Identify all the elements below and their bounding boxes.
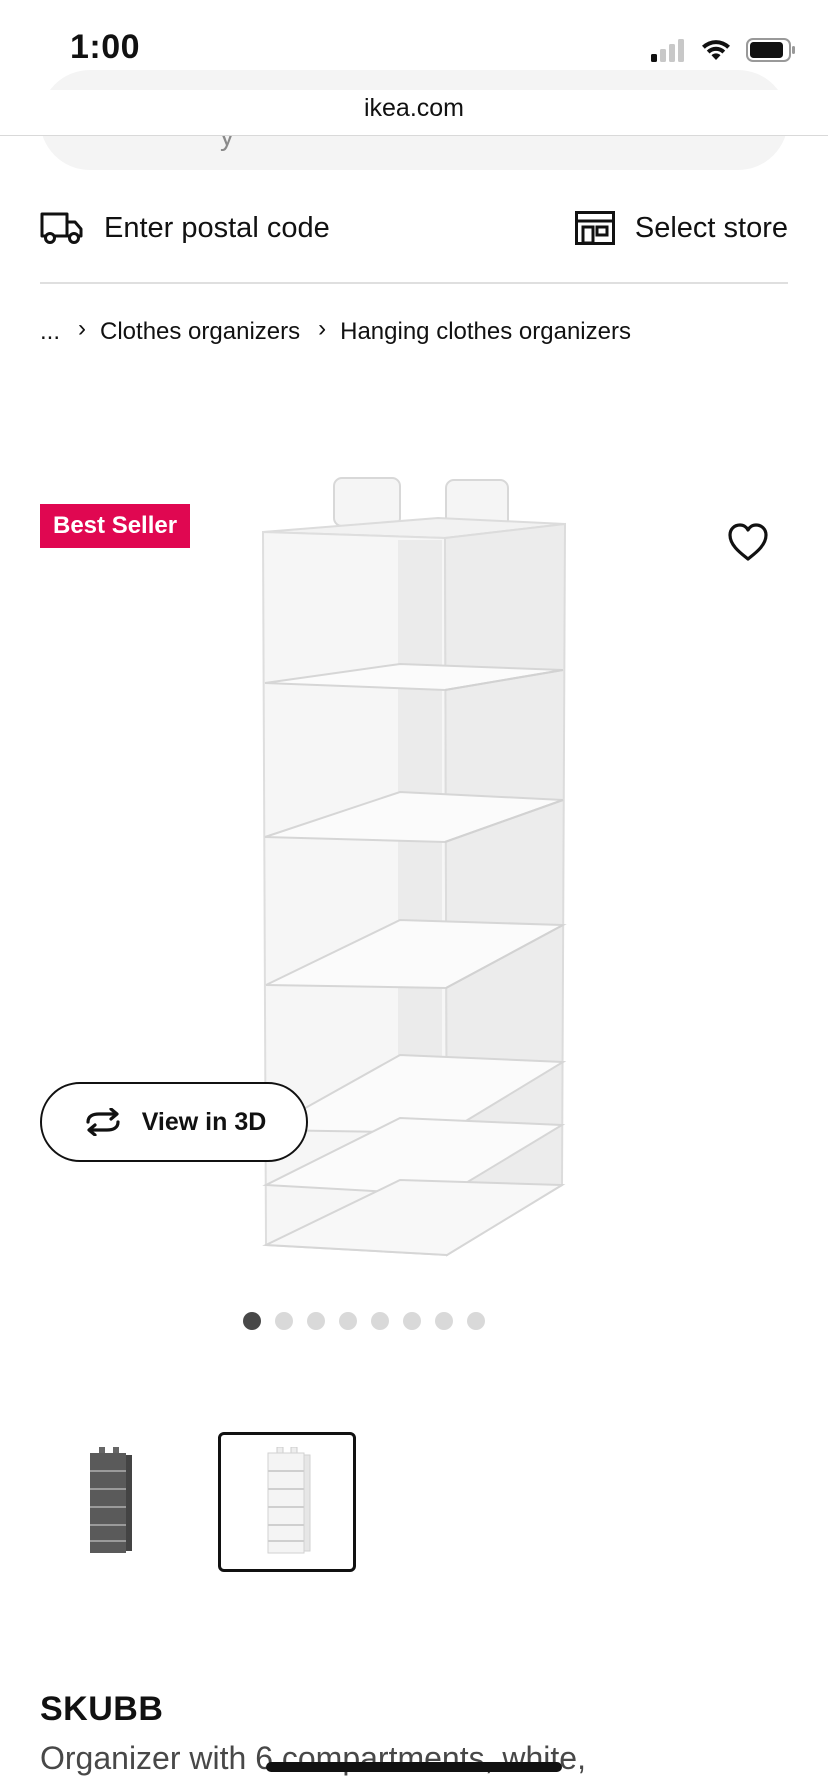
cellular-signal-icon [651, 39, 684, 62]
home-indicator[interactable] [266, 1762, 562, 1772]
carousel-dot-5[interactable] [371, 1312, 389, 1330]
status-icons [650, 36, 796, 64]
product-image[interactable] [0, 460, 828, 1320]
url-text[interactable]: ikea.com [0, 94, 828, 123]
white-organizer-image [267, 1447, 311, 1554]
carousel-dot-3[interactable] [307, 1312, 325, 1330]
thumbnail-gray-variant[interactable] [40, 1432, 178, 1572]
enter-postal-code-button[interactable]: Enter postal code [40, 198, 330, 258]
status-time: 1:00 [70, 28, 141, 66]
best-seller-badge: Best Seller [40, 504, 191, 548]
rotate-3d-icon [86, 1108, 120, 1136]
divider [40, 282, 788, 284]
carousel-dot-7[interactable] [435, 1312, 453, 1330]
breadcrumb: ... › Clothes organizers › Hanging cloth… [40, 314, 631, 350]
gray-organizer-image [90, 1447, 132, 1553]
view-in-3d-label: View in 3D [141, 1107, 267, 1136]
carousel-dot-1[interactable] [243, 1312, 261, 1330]
chevron-right-icon: › [318, 315, 327, 342]
heart-icon[interactable] [726, 520, 770, 564]
battery-icon [746, 38, 795, 62]
carousel-dots [0, 1312, 828, 1330]
store-icon [574, 211, 615, 245]
wifi-icon [702, 40, 730, 60]
carousel-dot-4[interactable] [339, 1312, 357, 1330]
chevron-right-icon: › [78, 315, 87, 342]
carousel-dot-8[interactable] [467, 1312, 485, 1330]
breadcrumb-ellipsis[interactable]: ... [40, 318, 60, 346]
delivery-row: Enter postal code Select store [40, 198, 788, 258]
select-store-label: Select store [634, 211, 788, 244]
browser-url-bar[interactable]: ikea.com [0, 90, 828, 136]
view-in-3d-button[interactable]: View in 3D [40, 1082, 308, 1162]
carousel-dot-6[interactable] [403, 1312, 421, 1330]
breadcrumb-hanging-clothes-organizers[interactable]: Hanging clothes organizers [340, 318, 631, 346]
truck-icon [40, 212, 83, 244]
variant-thumbnails [40, 1432, 356, 1572]
carousel-dot-2[interactable] [275, 1312, 293, 1330]
page: 1:00 y ikea.com [0, 0, 828, 1792]
select-store-button[interactable]: Select store [574, 198, 788, 258]
thumbnail-white-variant[interactable] [218, 1432, 356, 1572]
product-name: SKUBB [40, 1690, 164, 1728]
postal-code-label: Enter postal code [104, 211, 330, 244]
breadcrumb-clothes-organizers[interactable]: Clothes organizers [100, 318, 300, 346]
